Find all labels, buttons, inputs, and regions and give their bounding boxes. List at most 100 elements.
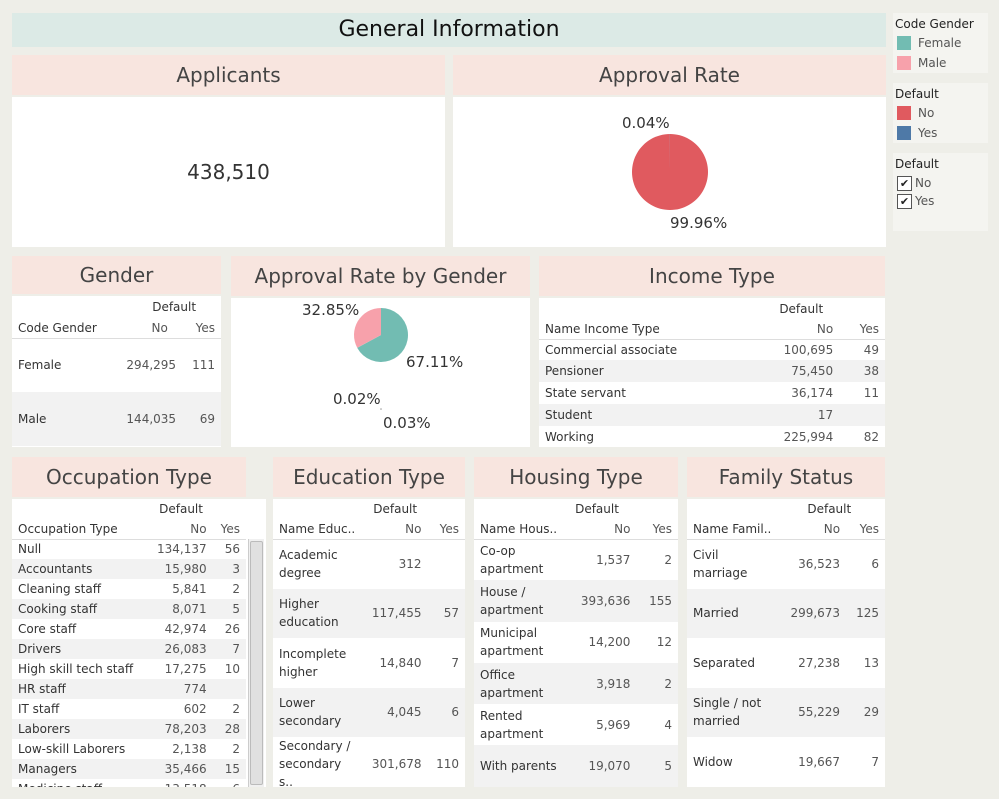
cell-yes: 3: [232, 562, 240, 576]
cell-yes: 29: [863, 705, 879, 720]
filter-item-no[interactable]: ✔ No: [895, 173, 986, 193]
empty-cell: [12, 499, 147, 519]
income-table: Default Name Income Type No Yes Commerci…: [539, 298, 885, 448]
row-label: Higher education: [279, 597, 339, 630]
cell-yes: 2: [664, 676, 672, 691]
row-label: Working: [545, 430, 594, 444]
table-row: With parents 19,070 5: [474, 745, 678, 787]
table-row: Pensioner 75,450 38: [539, 360, 885, 382]
empty-cell: [273, 499, 361, 519]
legend-label: Male: [918, 56, 947, 70]
col-header-no: No: [151, 320, 168, 335]
cell-yes: 7: [451, 655, 459, 670]
checkbox-checked-icon[interactable]: ✔: [897, 193, 912, 209]
col-group-header: Default: [152, 300, 197, 314]
female-swatch: [897, 36, 911, 50]
cell-no: 5,841: [172, 582, 207, 596]
row-label: Medicine staff: [12, 779, 147, 787]
col-group-header: Default: [807, 502, 852, 516]
education-header: Education Type: [273, 457, 465, 497]
col-header-no: No: [823, 521, 841, 536]
cell-yes: [839, 404, 885, 426]
row-label: Widow: [693, 754, 733, 769]
pie-data-label: 99.96%: [670, 214, 727, 232]
table-row: Municipal apartment 14,200 12: [474, 622, 678, 663]
filter-item-yes[interactable]: ✔ Yes: [895, 191, 986, 211]
gender-legend: Code Gender Female Male: [893, 13, 988, 73]
table-row: Civil marriage 36,523 6: [687, 539, 885, 589]
table-row: IT staff 602 2: [12, 699, 246, 719]
cell-no: 17: [817, 408, 834, 422]
empty-cell: [539, 298, 749, 319]
row-header: Name Famil..: [693, 521, 772, 536]
approval-rate-header: Approval Rate: [453, 55, 886, 95]
cell-no: 55,229: [798, 705, 841, 720]
cell-yes: 10: [224, 662, 240, 676]
table-row: Cleaning staff 5,841 2: [12, 579, 246, 599]
pie-data-label: 32.85%: [302, 301, 359, 319]
no-swatch: [897, 106, 911, 120]
table-row: Core staff 42,974 26: [12, 619, 246, 639]
occupation-header: Occupation Type: [12, 457, 246, 497]
checkbox-checked-icon[interactable]: ✔: [897, 175, 912, 191]
gender-table-card: Default Code Gender No Yes Female 294,29…: [12, 296, 221, 447]
col-header-yes: Yes: [439, 521, 459, 536]
row-label: Academic degree: [279, 548, 338, 580]
col-header-yes: Yes: [195, 320, 215, 335]
family-table-card: Default Name Famil.. No Yes Civil marria…: [687, 499, 885, 787]
legend-item-male[interactable]: Male: [895, 53, 986, 73]
table-row: Office apartment 3,918 2: [474, 662, 678, 705]
col-group-header: Default: [779, 301, 824, 316]
table-row: Female 294,295 111: [12, 338, 221, 392]
cell-yes: 11: [863, 386, 879, 400]
table-row: Incomplete higher 14,840 7: [273, 638, 465, 688]
applicants-value: 438,510: [187, 160, 270, 184]
row-header: Code Gender: [18, 320, 97, 335]
cell-no: 36,174: [791, 386, 834, 400]
approval-rate-pie: 99.96% 0.04%: [622, 114, 727, 232]
col-header-yes: Yes: [859, 321, 879, 336]
row-header: Name Hous..: [480, 521, 558, 536]
occupation-scrollbar[interactable]: [248, 539, 264, 787]
cell-yes: 7: [232, 642, 240, 656]
cell-no: 4,045: [387, 705, 422, 720]
cell-no: 15,980: [164, 562, 207, 576]
cell-no: 27,238: [798, 655, 841, 670]
cell-no: 42,974: [164, 622, 207, 636]
row-label: Laborers: [18, 722, 71, 736]
legend-item-female[interactable]: Female: [895, 33, 986, 53]
row-header: Name Educ..: [279, 521, 356, 536]
legend-item-yes[interactable]: Yes: [895, 123, 986, 143]
default-filter-title: Default: [895, 157, 939, 171]
row-label: HR staff: [18, 682, 66, 696]
row-label: Core staff: [18, 622, 77, 636]
row-label: Municipal apartment: [480, 626, 544, 659]
cell-no: 225,994: [783, 430, 834, 444]
cell-no: 602: [183, 702, 207, 716]
table-row: Married 299,673 125: [687, 588, 885, 638]
income-table-card: Default Name Income Type No Yes Commerci…: [539, 298, 885, 447]
table-row: Student 17: [539, 404, 885, 426]
legend-item-no[interactable]: No: [895, 103, 986, 123]
cell-no: 393,636: [580, 593, 631, 608]
applicants-header: Applicants: [12, 55, 445, 95]
row-label: Male: [18, 412, 47, 426]
row-label: Student: [545, 408, 593, 422]
occupation-scroll-area[interactable]: Default Occupation Type No Yes Null 134,1…: [12, 499, 246, 787]
occupation-table-card: Default Occupation Type No Yes Null 134,1…: [12, 499, 266, 787]
default-filter: Default ✔ No ✔ Yes: [893, 153, 988, 231]
row-label: IT staff: [18, 702, 60, 716]
yes-swatch: [897, 126, 911, 140]
legend-label: Yes: [918, 126, 938, 140]
row-label: With parents: [480, 759, 557, 774]
table-row: Working 225,994 82: [539, 426, 885, 448]
row-label: High skill tech staff: [18, 662, 134, 676]
default-legend-title: Default: [895, 87, 939, 101]
table-row: Low-skill Laborers 2,138 2: [12, 739, 246, 759]
row-label: Low-skill Laborers: [18, 742, 126, 756]
cell-yes: 6: [213, 779, 246, 787]
cell-yes: 110: [436, 757, 459, 771]
col-header-yes: Yes: [652, 521, 672, 536]
row-header: Name Income Type: [545, 321, 660, 336]
scrollbar-thumb[interactable]: [250, 541, 263, 785]
